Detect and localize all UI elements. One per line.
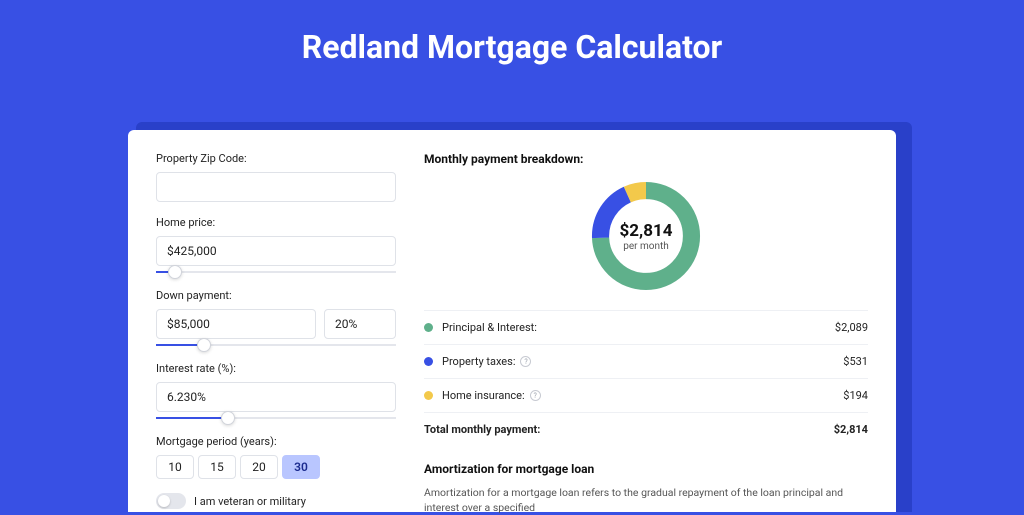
breakdown-title: Monthly payment breakdown: <box>424 152 868 166</box>
legend-label: Principal & Interest: <box>442 321 835 334</box>
total-value: $2,814 <box>834 423 868 436</box>
period-option-15[interactable]: 15 <box>198 455 236 479</box>
total-label: Total monthly payment: <box>424 423 834 436</box>
legend-label: Property taxes:? <box>442 355 843 368</box>
donut-chart: $2,814 per month <box>424 176 868 296</box>
legend-total-row: Total monthly payment:$2,814 <box>424 413 868 446</box>
period-option-30[interactable]: 30 <box>282 455 320 479</box>
legend-value: $194 <box>843 389 868 402</box>
interest-rate-input[interactable] <box>156 382 396 412</box>
legend-dot-icon <box>424 357 433 366</box>
amortization-section: Amortization for mortgage loan Amortizat… <box>424 462 868 515</box>
legend-label: Home insurance:? <box>442 389 843 402</box>
period-option-10[interactable]: 10 <box>156 455 194 479</box>
interest-rate-label: Interest rate (%): <box>156 362 396 375</box>
donut-amount: $2,814 <box>620 221 673 241</box>
help-icon[interactable]: ? <box>530 390 541 401</box>
home-price-input[interactable] <box>156 236 396 266</box>
down-payment-pct-input[interactable] <box>324 309 396 339</box>
down-payment-slider[interactable] <box>156 336 396 354</box>
help-icon[interactable]: ? <box>520 356 531 367</box>
legend: Principal & Interest:$2,089Property taxe… <box>424 310 868 446</box>
legend-value: $2,089 <box>835 321 868 334</box>
period-option-20[interactable]: 20 <box>240 455 278 479</box>
amortization-body: Amortization for a mortgage loan refers … <box>424 486 868 515</box>
legend-row: Property taxes:?$531 <box>424 345 868 379</box>
mortgage-period-group: 10152030 <box>156 455 396 479</box>
zip-label: Property Zip Code: <box>156 152 396 165</box>
amortization-title: Amortization for mortgage loan <box>424 462 868 476</box>
legend-row: Home insurance:?$194 <box>424 379 868 413</box>
home-price-label: Home price: <box>156 216 396 229</box>
breakdown-column: Monthly payment breakdown: $2,814 per mo… <box>424 152 868 512</box>
interest-rate-slider[interactable] <box>156 409 396 427</box>
zip-input[interactable] <box>156 172 396 202</box>
legend-dot-icon <box>424 323 433 332</box>
veteran-toggle[interactable] <box>156 493 186 509</box>
donut-sub: per month <box>623 241 669 252</box>
legend-dot-icon <box>424 391 433 400</box>
home-price-slider[interactable] <box>156 263 396 281</box>
down-payment-input[interactable] <box>156 309 316 339</box>
legend-value: $531 <box>843 355 868 368</box>
mortgage-period-label: Mortgage period (years): <box>156 435 396 448</box>
calculator-panel: Property Zip Code: Home price: Down paym… <box>128 130 896 512</box>
down-payment-label: Down payment: <box>156 289 396 302</box>
form-column: Property Zip Code: Home price: Down paym… <box>156 152 396 512</box>
page-title: Redland Mortgage Calculator <box>0 0 1024 66</box>
veteran-label: I am veteran or military <box>194 495 306 508</box>
legend-row: Principal & Interest:$2,089 <box>424 311 868 345</box>
